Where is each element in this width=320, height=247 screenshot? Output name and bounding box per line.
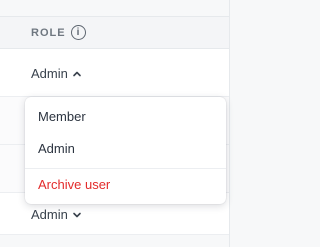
role-column-header: ROLE i	[31, 17, 86, 48]
info-icon[interactable]: i	[70, 25, 86, 40]
role-select-open[interactable]: Admin	[31, 66, 82, 81]
role-select[interactable]: Admin	[31, 207, 82, 222]
role-dropdown-menu: Member Admin Archive user	[25, 97, 226, 204]
chevron-down-icon	[72, 210, 82, 220]
table-region: ROLE i Admin Admin Member Admin Archive …	[0, 0, 260, 247]
role-value: Admin	[31, 66, 68, 81]
column-divider	[229, 0, 230, 247]
menu-item-member[interactable]: Member	[25, 101, 226, 133]
role-column-title: ROLE	[31, 26, 66, 39]
chevron-up-icon	[72, 69, 82, 79]
menu-item-archive-user[interactable]: Archive user	[25, 169, 226, 200]
menu-item-admin[interactable]: Admin	[25, 133, 226, 165]
table-row: Admin	[0, 49, 229, 97]
table-header: ROLE i	[0, 16, 229, 49]
role-value: Admin	[31, 207, 68, 222]
